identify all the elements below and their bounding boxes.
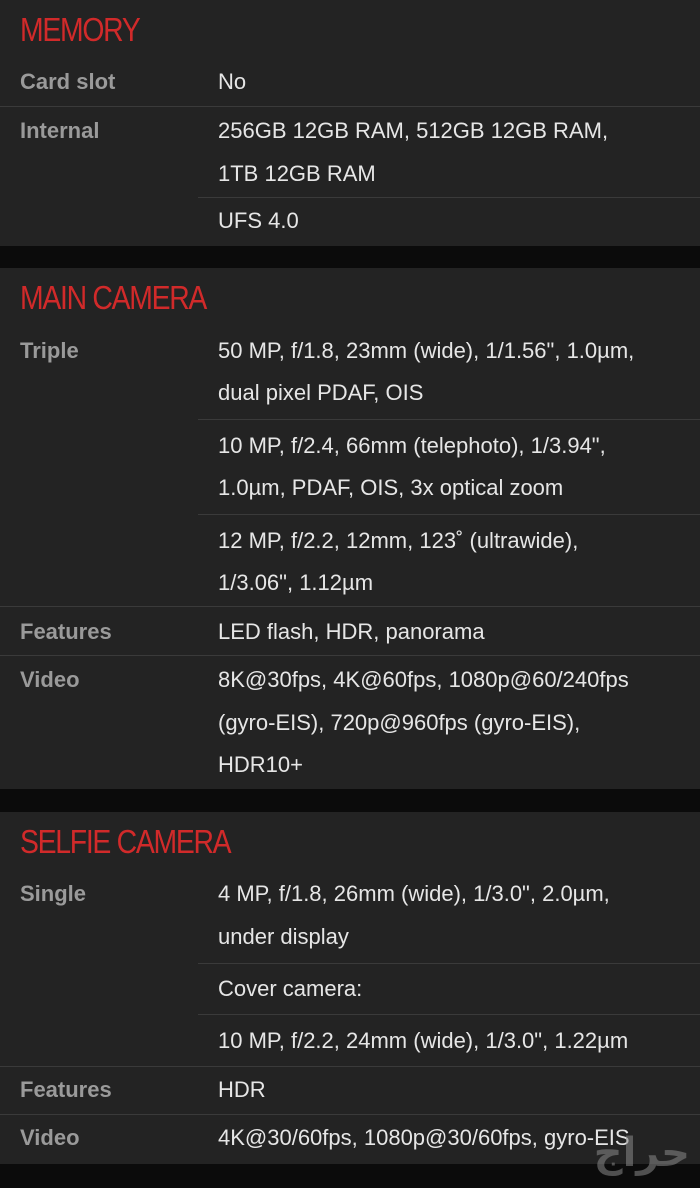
lens2-line1: 10 MP, f/2.4, 66mm (telephoto), 1/3.94", (218, 433, 606, 458)
divider (0, 655, 700, 656)
selfie-video-label: Video (20, 1125, 80, 1150)
selfie-features-label: Features (20, 1077, 112, 1102)
features-label: Features (20, 619, 112, 644)
divider (198, 1014, 700, 1015)
internal-label: Internal (20, 118, 100, 143)
video-line1: 8K@30fps, 4K@60fps, 1080p@60/240fps (218, 667, 629, 692)
video-line2: (gyro-EIS), 720p@960fps (gyro-EIS), (218, 710, 581, 735)
selfie-features-value: HDR (218, 1077, 266, 1102)
lens3-line2: 1/3.06", 1.12µm (218, 570, 374, 595)
divider (198, 197, 700, 198)
divider (198, 419, 700, 420)
single-line2: under display (218, 924, 349, 949)
cover-camera-value: 10 MP, f/2.2, 24mm (wide), 1/3.0", 1.22µ… (218, 1028, 629, 1053)
main-camera-section: MAIN CAMERA Triple 50 MP, f/1.8, 23mm (w… (0, 268, 700, 789)
section-title-main-camera: MAIN CAMERA (20, 279, 207, 316)
memory-section: MEMORY Card slot No Internal 256GB 12GB … (0, 0, 700, 246)
video-line3: HDR10+ (218, 752, 303, 777)
divider (0, 1114, 700, 1115)
triple-label: Triple (20, 338, 79, 363)
divider (198, 514, 700, 515)
cover-camera-label: Cover camera: (218, 976, 363, 1001)
divider (0, 1066, 700, 1067)
section-title-selfie-camera: SELFIE CAMERA (20, 823, 232, 860)
single-label: Single (20, 881, 87, 906)
storage-type-value: UFS 4.0 (218, 208, 299, 233)
card-slot-label: Card slot (20, 69, 116, 94)
lens1-line2: dual pixel PDAF, OIS (218, 380, 424, 405)
divider (0, 106, 700, 107)
selfie-camera-section: SELFIE CAMERA Single 4 MP, f/1.8, 26mm (… (0, 812, 700, 1164)
single-line1: 4 MP, f/1.8, 26mm (wide), 1/3.0", 2.0µm, (218, 881, 610, 906)
lens2-line2: 1.0µm, PDAF, OIS, 3x optical zoom (218, 475, 564, 500)
internal-value-line2: 1TB 12GB RAM (218, 161, 376, 186)
lens1-line1: 50 MP, f/1.8, 23mm (wide), 1/1.56", 1.0µ… (218, 338, 635, 363)
features-value: LED flash, HDR, panorama (218, 619, 485, 644)
card-slot-value: No (218, 69, 247, 94)
section-title-memory: MEMORY (20, 11, 141, 48)
video-label: Video (20, 667, 80, 692)
divider (0, 606, 700, 607)
internal-value-line1: 256GB 12GB RAM, 512GB 12GB RAM, (218, 118, 609, 143)
divider (198, 963, 700, 964)
watermark-logo: حراج (593, 1130, 690, 1176)
lens3-line1: 12 MP, f/2.2, 12mm, 123˚ (ultrawide), (218, 528, 579, 553)
